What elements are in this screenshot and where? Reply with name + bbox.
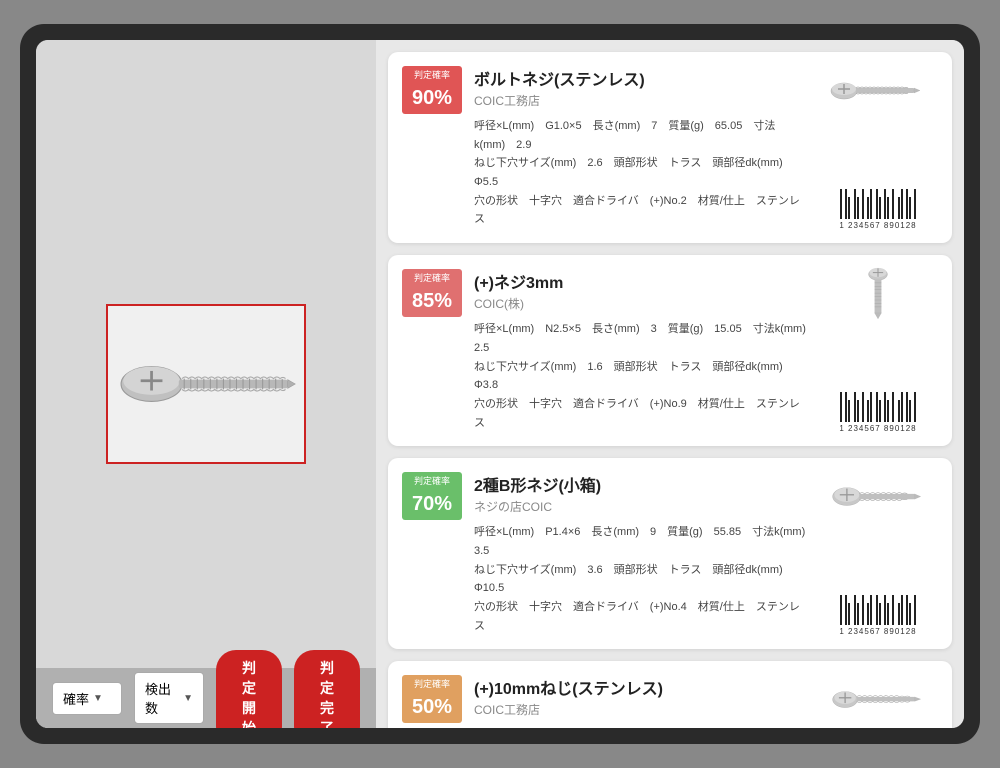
screen: 確率 ▼ 検出数 ▼ 判定開始 判定完了 判定確率	[36, 40, 964, 728]
device-frame: 確率 ▼ 検出数 ▼ 判定開始 判定完了 判定確率	[20, 24, 980, 744]
main-area: 確率 ▼ 検出数 ▼ 判定開始 判定完了 判定確率	[36, 40, 964, 728]
card-specs-3: 呼径×L(mm) P1.4×6 長さ(mm) 9 質量(g) 55.85 寸法k…	[474, 523, 806, 635]
badge-value-4: 50%	[402, 692, 462, 723]
badge-value-1: 90%	[402, 83, 462, 114]
barcode-number-1: 1 234567 890128	[839, 221, 916, 230]
screw-icon-4	[828, 680, 928, 720]
barcode-2: 1 234567 890128	[823, 392, 933, 432]
card-title-4: (+)10mmねじ(ステンレス)	[474, 675, 806, 699]
barcode-bars-1	[840, 189, 916, 219]
card-shop-2: COIC(株)	[474, 295, 806, 312]
card-image-barcode-1: 1 234567 890128	[818, 66, 938, 229]
right-panel: 判定確率 90% ボルトネジ(ステンレス) COIC工務店 呼径×L(mm) G…	[376, 40, 964, 728]
screw-thumb-2	[828, 269, 928, 319]
badge-label-2: 判定確率	[402, 269, 462, 286]
filter-arrow-icon: ▼	[93, 693, 103, 704]
card-specs-2: 呼径×L(mm) N2.5×5 長さ(mm) 3 質量(g) 15.05 寸法k…	[474, 320, 806, 432]
card-content-4: (+)10mmねじ(ステンレス) COIC工務店	[474, 675, 806, 727]
card-shop-3: ネジの店COIC	[474, 498, 806, 515]
badge-label-4: 判定確率	[402, 675, 462, 692]
screw-thumb-3	[828, 472, 928, 522]
card-image-barcode-2: 1 234567 890128	[818, 269, 938, 432]
card-image-barcode-3: 1 234567 890128	[818, 472, 938, 635]
screw-thumb-4	[828, 675, 928, 725]
result-card-4: 判定確率 50% (+)10mmねじ(ステンレス) COIC工務店	[388, 661, 952, 728]
result-card-1: 判定確率 90% ボルトネジ(ステンレス) COIC工務店 呼径×L(mm) G…	[388, 52, 952, 243]
screw-icon-2	[863, 264, 893, 324]
result-card-3: 判定確率 70% 2種B形ネジ(小箱) ネジの店COIC 呼径×L(mm) P1…	[388, 458, 952, 649]
count-label: 検出数	[145, 679, 179, 717]
filter-select[interactable]: 確率 ▼	[52, 682, 122, 715]
screw-image-container	[106, 304, 306, 464]
card-content-3: 2種B形ネジ(小箱) ネジの店COIC 呼径×L(mm) P1.4×6 長さ(m…	[474, 472, 806, 635]
barcode-3: 1 234567 890128	[823, 595, 933, 635]
badge-value-3: 70%	[402, 489, 462, 520]
card-title-2: (+)ネジ3mm	[474, 269, 806, 293]
count-arrow-icon: ▼	[183, 693, 193, 704]
badge-label-1: 判定確率	[402, 66, 462, 83]
card-image-barcode-4	[818, 675, 938, 727]
badge-label-3: 判定確率	[402, 472, 462, 489]
card-title-3: 2種B形ネジ(小箱)	[474, 472, 806, 496]
card-shop-4: COIC工務店	[474, 701, 806, 718]
left-panel: 確率 ▼ 検出数 ▼ 判定開始 判定完了	[36, 40, 376, 728]
confidence-badge-4: 判定確率 50%	[402, 675, 462, 727]
card-title-1: ボルトネジ(ステンレス)	[474, 66, 806, 90]
confidence-badge-1: 判定確率 90%	[402, 66, 462, 229]
barcode-number-3: 1 234567 890128	[839, 627, 916, 636]
complete-button[interactable]: 判定完了	[294, 650, 360, 728]
bottom-toolbar: 確率 ▼ 検出数 ▼ 判定開始 判定完了	[36, 668, 376, 728]
badge-value-2: 85%	[402, 286, 462, 317]
confidence-badge-3: 判定確率 70%	[402, 472, 462, 635]
count-select[interactable]: 検出数 ▼	[134, 672, 204, 724]
barcode-1: 1 234567 890128	[823, 189, 933, 229]
screw-thumb-1	[828, 66, 928, 116]
barcode-bars-2	[840, 392, 916, 422]
filter-label: 確率	[63, 689, 89, 708]
screw-icon-1	[828, 71, 928, 111]
barcode-number-2: 1 234567 890128	[839, 424, 916, 433]
card-specs-1: 呼径×L(mm) G1.0×5 長さ(mm) 7 質量(g) 65.05 寸法k…	[474, 117, 806, 229]
result-card-2: 判定確率 85% (+)ネジ3mm COIC(株) 呼径×L(mm) N2.5×…	[388, 255, 952, 446]
screw-icon-3	[828, 477, 928, 517]
barcode-bars-3	[840, 595, 916, 625]
card-content-2: (+)ネジ3mm COIC(株) 呼径×L(mm) N2.5×5 長さ(mm) …	[474, 269, 806, 432]
confidence-badge-2: 判定確率 85%	[402, 269, 462, 432]
start-button[interactable]: 判定開始	[216, 650, 282, 728]
main-screw-image	[108, 306, 304, 462]
card-shop-1: COIC工務店	[474, 92, 806, 109]
card-content-1: ボルトネジ(ステンレス) COIC工務店 呼径×L(mm) G1.0×5 長さ(…	[474, 66, 806, 229]
